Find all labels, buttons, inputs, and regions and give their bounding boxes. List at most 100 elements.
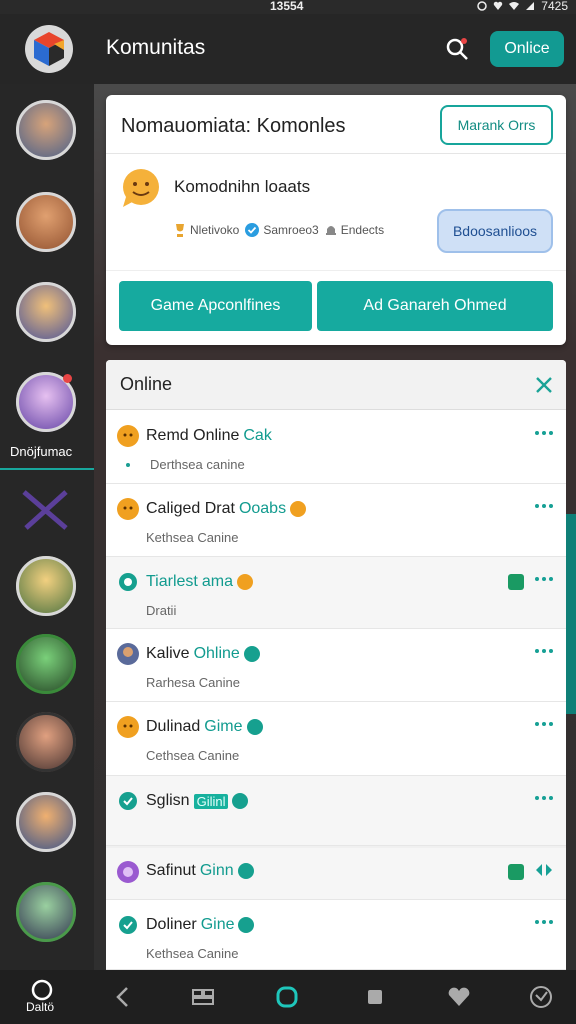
- app-logo-icon[interactable]: [24, 24, 74, 74]
- sidebar-item-community-6[interactable]: [16, 634, 76, 694]
- notification-dot: [63, 374, 72, 383]
- purple-avatar-icon: [117, 861, 139, 883]
- wifi-icon: [509, 2, 520, 10]
- online-member-row[interactable]: Kalive Ohline Rarhesa Canine: [106, 629, 566, 702]
- member-name: Sglisn Gilinl: [146, 792, 249, 810]
- screen: { "status_bar": { "time": "13554", "righ…: [0, 0, 576, 1024]
- avatar-ring: [16, 556, 76, 616]
- status-bar: 13554 7425: [0, 0, 576, 14]
- online-member-row[interactable]: Sglisn Gilinl: [106, 776, 566, 846]
- sidebar-item-community-2[interactable]: [16, 192, 76, 252]
- avatar-ring: [16, 634, 76, 694]
- more-options-icon[interactable]: [534, 429, 554, 437]
- member-tag: Cak: [243, 427, 272, 444]
- smile-emoji-icon: [123, 169, 159, 207]
- more-options-icon[interactable]: [534, 720, 554, 728]
- online-member-row[interactable]: Tiarlest ama Dratii: [106, 557, 566, 629]
- add-channel-button[interactable]: Ad Ganareh Ohmed: [317, 281, 553, 331]
- sidebar-item-community-3[interactable]: [16, 282, 76, 342]
- community-icon[interactable]: [272, 982, 302, 1012]
- member-name-text: Safinut: [146, 862, 196, 879]
- online-member-row[interactable]: Caliged Drat Ooabs Kethsea Canine: [106, 484, 566, 557]
- gold-badge-icon: [236, 574, 253, 590]
- discover-pill-button[interactable]: Bdoosanlioos: [437, 209, 553, 253]
- more-options-icon[interactable]: [534, 502, 554, 510]
- member-name: Kalive Ohline: [146, 645, 260, 663]
- game-badge-icon: [508, 864, 524, 880]
- member-name: Dulinad Gime: [146, 718, 263, 736]
- stat-ended-label: Endects: [340, 223, 385, 237]
- lion-avatar-icon: [117, 498, 139, 520]
- member-status: Kethsea Canine: [146, 946, 239, 961]
- sidebar-item-community-1[interactable]: [16, 100, 76, 160]
- member-tag: Ohline: [193, 645, 240, 662]
- crossed-swords-icon[interactable]: [20, 486, 72, 534]
- home-label: Daltö: [26, 1000, 55, 1014]
- status-check-icon: [119, 792, 137, 810]
- lion-avatar-icon: [117, 716, 139, 738]
- online-members-panel: Online Remd Online Cak Derthsea canine C…: [106, 360, 566, 970]
- online-member-row[interactable]: Remd Online Cak Derthsea canine: [106, 411, 566, 484]
- sidebar-item-community-8[interactable]: [16, 792, 76, 852]
- heart-icon: [494, 1, 503, 10]
- community-info-card: Nomauomiata: Komonles Marank Orrs Komodn…: [106, 95, 566, 345]
- sidebar-item-community-7[interactable]: [16, 712, 76, 772]
- alarm-icon: [477, 1, 488, 11]
- stat-members: Nletivoko: [174, 223, 239, 237]
- game-applications-button[interactable]: Game Apconlfines: [119, 281, 312, 331]
- online-member-row[interactable]: Doliner Gine Kethsea Canine: [106, 900, 566, 970]
- member-tag: Ginn: [199, 862, 234, 879]
- sidebar-active-label: Dnöjfumac: [10, 444, 73, 459]
- member-name: Tiarlest ama: [146, 573, 253, 591]
- square-icon[interactable]: [360, 982, 390, 1012]
- stat-online-label: Samroeo3: [263, 223, 319, 237]
- member-name: Doliner Gine: [146, 916, 255, 934]
- sidebar-item-community-5[interactable]: [16, 556, 76, 616]
- more-options-icon[interactable]: [534, 794, 554, 802]
- online-button[interactable]: Onlice: [490, 31, 564, 67]
- sidebar-active-indicator: [0, 468, 94, 470]
- online-member-row[interactable]: Dulinad Gime Cethsea Canine: [106, 702, 566, 776]
- sidebar-item-community-9[interactable]: [16, 882, 76, 942]
- app-bar: Komunitas Onlice: [0, 14, 576, 84]
- battery-text: 7425: [541, 0, 568, 13]
- search-icon[interactable]: [444, 36, 470, 62]
- avatar-ring: [16, 712, 76, 772]
- more-options-icon[interactable]: [534, 575, 554, 583]
- member-tag: Gilinl: [193, 793, 229, 809]
- speed-icon[interactable]: [526, 982, 556, 1012]
- more-options-icon[interactable]: [534, 647, 554, 655]
- avatar-ring: [16, 282, 76, 342]
- avatar-ring: [16, 192, 76, 252]
- bell-icon: [325, 226, 336, 235]
- member-status-text: Cethsea Canine: [146, 748, 240, 763]
- member-name: Remd Online Cak: [146, 427, 272, 445]
- sidebar-item-community-4[interactable]: [16, 372, 76, 432]
- member-tag: Gine: [200, 916, 235, 933]
- manage-button[interactable]: Marank Orrs: [440, 105, 553, 145]
- verified-badge-icon: [232, 793, 249, 809]
- home-icon[interactable]: [30, 978, 54, 1002]
- member-tag: Ooabs: [238, 500, 287, 517]
- app-title: Komunitas: [106, 36, 206, 59]
- online-member-row[interactable]: Safinut Ginn: [106, 848, 566, 900]
- more-options-icon[interactable]: [534, 918, 554, 926]
- swap-icon[interactable]: [534, 862, 554, 878]
- verified-badge-icon: [243, 646, 260, 662]
- stat-members-label: Nletivoko: [190, 223, 240, 237]
- heart-icon[interactable]: [444, 982, 474, 1012]
- game-badge-icon: [508, 574, 524, 590]
- member-name: Caliged Drat Ooabs: [146, 500, 307, 518]
- stat-online: Samroeo3: [245, 223, 319, 237]
- member-status-text: Derthsea canine: [150, 457, 245, 472]
- online-panel-title: Online: [120, 374, 173, 394]
- verified-badge-icon: [246, 719, 263, 735]
- divider: [106, 270, 566, 271]
- close-icon[interactable]: [534, 375, 554, 395]
- member-tag: Gime: [204, 718, 243, 735]
- layout-icon[interactable]: [188, 982, 218, 1012]
- verified-badge-icon: [237, 863, 254, 879]
- back-icon[interactable]: [108, 982, 138, 1012]
- member-status: Dratii: [146, 603, 176, 618]
- member-status-text: Rarhesa Canine: [146, 675, 240, 690]
